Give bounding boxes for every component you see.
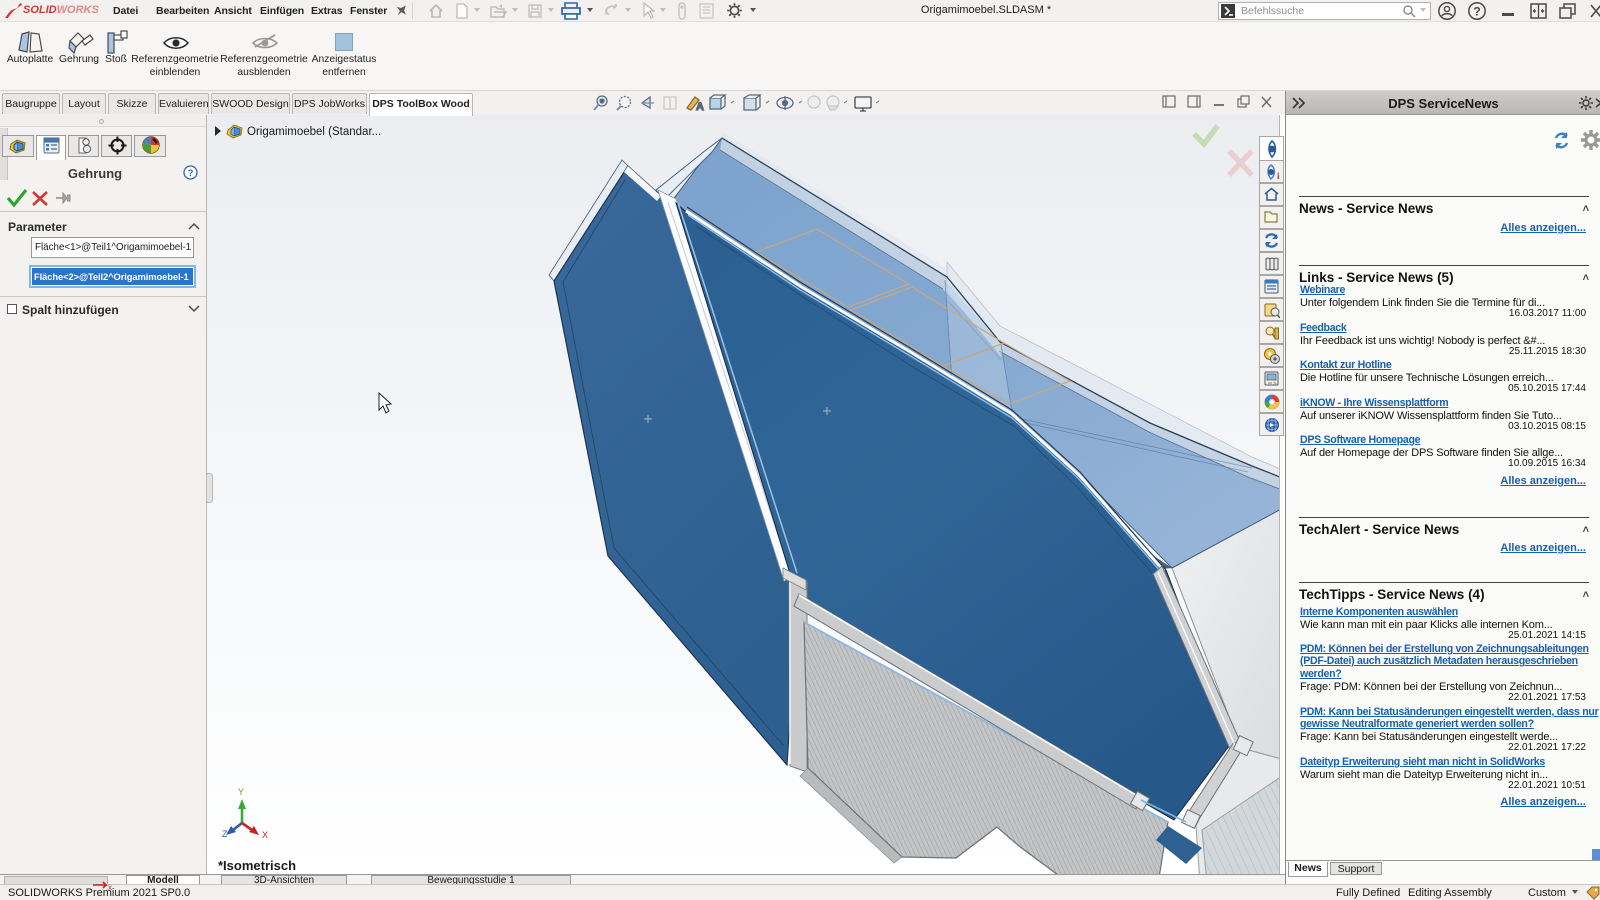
svg-text:?: ? <box>1473 5 1480 19</box>
svg-text:Z: Z <box>222 829 228 839</box>
svg-text:Y: Y <box>238 787 244 797</box>
svg-text:Origamimoebel (Standar...: Origamimoebel (Standar... <box>247 126 381 138</box>
svg-text:i: i <box>1277 171 1280 181</box>
svg-text:?: ? <box>188 168 194 179</box>
svg-text:x: x <box>108 883 112 891</box>
svg-text:A: A <box>696 101 704 113</box>
svg-text:X: X <box>262 830 268 840</box>
